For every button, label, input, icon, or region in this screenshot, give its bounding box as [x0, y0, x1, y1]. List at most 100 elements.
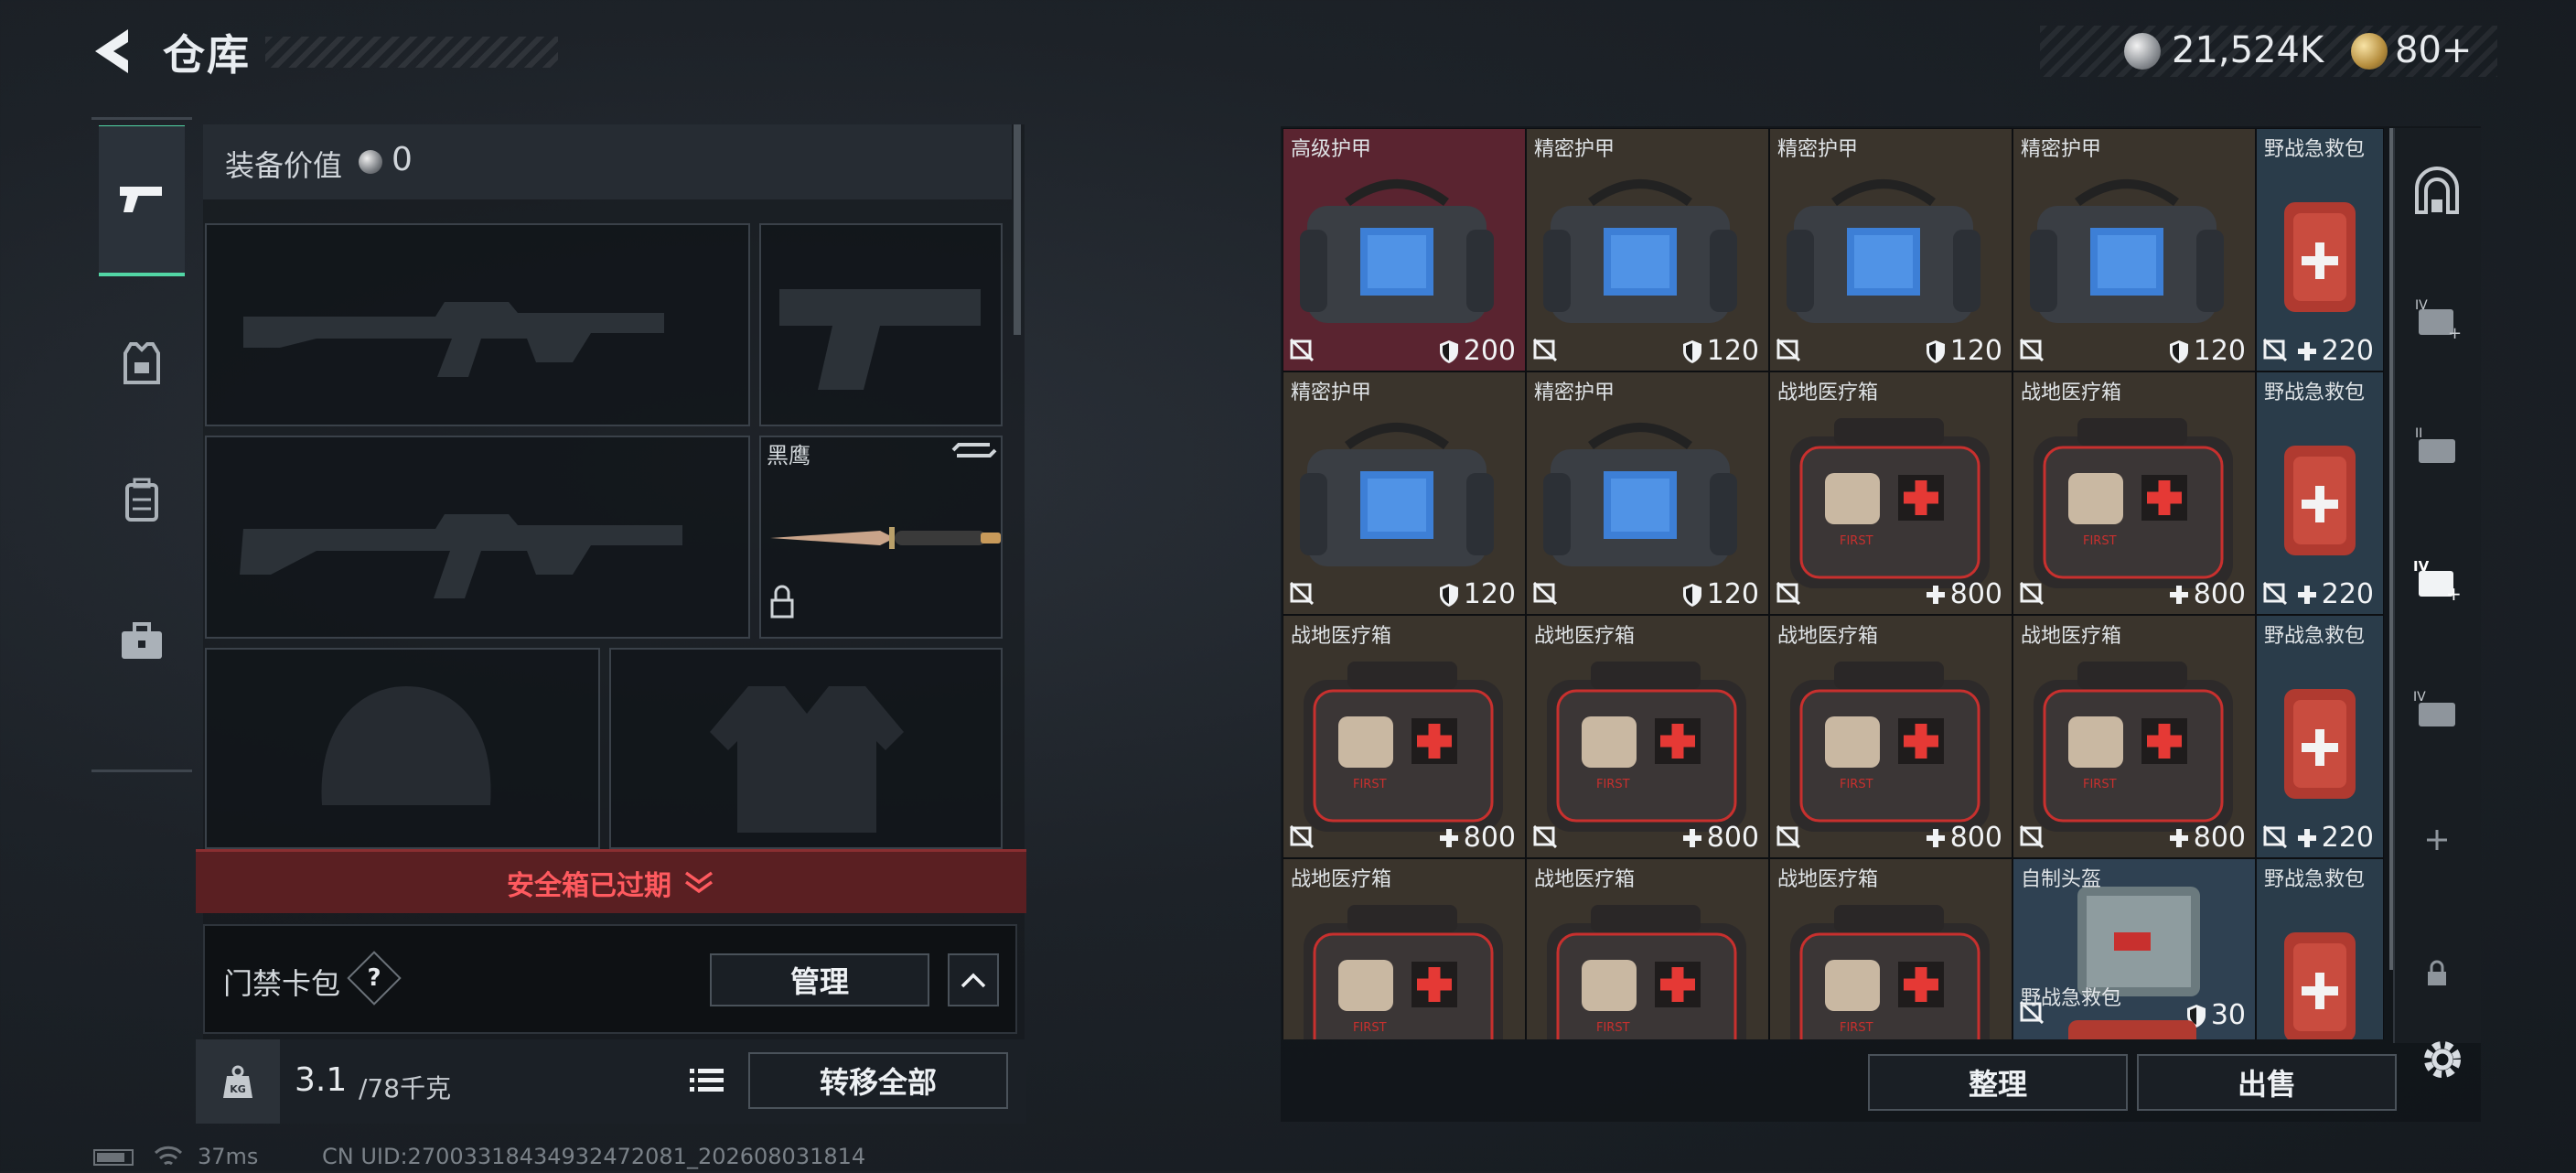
battery-icon	[93, 1149, 134, 1166]
help-mark: ?	[367, 964, 381, 992]
body-armor-slot[interactable]	[609, 648, 1003, 849]
sort-button[interactable]: 整理	[1868, 1054, 2128, 1111]
page-title: 仓库	[163, 30, 251, 80]
tab-armor[interactable]	[99, 290, 185, 436]
stash-item-value: 800	[1925, 578, 2002, 610]
transfer-all-button[interactable]: 转移全部	[748, 1052, 1008, 1109]
stash-item-name: 战地医疗箱	[1291, 625, 1392, 648]
tab-weapons[interactable]	[99, 125, 185, 276]
heal-plus-icon	[1926, 828, 1945, 847]
svg-text:FIRST: FIRST	[1596, 778, 1630, 791]
stash-item[interactable]: 精密护甲 120	[1769, 128, 2012, 371]
stash-item-value-number: 800	[2193, 822, 2246, 854]
stash-item-value-number: 220	[2321, 578, 2374, 610]
stash-item[interactable]: 精密护甲 120	[1283, 371, 1526, 615]
stash-item-value-number: 120	[2193, 335, 2246, 367]
stash-item-value: 120	[1438, 578, 1516, 610]
pistol-silhouette-icon	[779, 289, 981, 390]
stash-item[interactable]: FIRST 战地医疗箱	[1283, 858, 1526, 1039]
lock-icon[interactable]	[2410, 946, 2464, 1001]
stash-item-value: 800	[1681, 822, 1759, 854]
settings-gear-icon[interactable]	[2415, 1032, 2470, 1087]
no-insurance-icon	[1289, 579, 1315, 608]
weight-current: 3.1	[295, 1061, 348, 1099]
helmet-slot[interactable]	[205, 648, 600, 849]
stash-item-name: 战地医疗箱	[1534, 868, 1636, 891]
stash-grid: 高级护甲 200 精密护甲 120 精密护甲 120 精密护甲 120 野战急救包 220 精密护甲…	[1283, 128, 2391, 1039]
svg-text:IV: IV	[2413, 558, 2430, 575]
equipment-scrollbar[interactable]	[1014, 124, 1021, 335]
svg-text:FIRST: FIRST	[1596, 1021, 1630, 1035]
stash-item[interactable]: 野战急救包 220	[2256, 615, 2384, 858]
stash-item[interactable]: FIRST 战地医疗箱 800	[1526, 615, 1769, 858]
stash-item-value: 120	[1681, 578, 1759, 610]
stash-item[interactable]: 精密护甲 120	[2012, 128, 2256, 371]
svg-text:FIRST: FIRST	[1840, 1021, 1873, 1035]
stash-item[interactable]: FIRST 战地医疗箱 800	[1283, 615, 1526, 858]
stash-item[interactable]: 野战急救包 220	[2256, 371, 2384, 615]
equipment-value: 0	[392, 141, 413, 178]
stash-item[interactable]: 精密护甲 120	[1526, 128, 1769, 371]
stash-item[interactable]: 自制头盔 30 野战急救包	[2012, 858, 2256, 1039]
stash-item[interactable]: FIRST 战地医疗箱	[1526, 858, 1769, 1039]
stash-item-value-number: 800	[1463, 822, 1516, 854]
tab-backpack[interactable]	[99, 427, 185, 574]
filter-level4-med-icon[interactable]: IV +	[2410, 553, 2464, 608]
filter-all-icon[interactable]	[2410, 165, 2464, 220]
filter-level4-tool-icon[interactable]: IV	[2410, 683, 2464, 737]
chevron-up-icon	[961, 973, 986, 988]
armor-shield-icon	[1926, 339, 1945, 363]
stash-item-value: 800	[1925, 822, 2002, 854]
stash-item-name: 野战急救包	[2264, 138, 2366, 161]
collapse-button[interactable]	[948, 953, 999, 1006]
tab-case[interactable]	[99, 568, 185, 715]
stash-item-name: 战地医疗箱	[1777, 868, 1879, 891]
heal-plus-icon	[2297, 828, 2316, 847]
double-chevron-down-icon	[684, 871, 714, 893]
money-amount: 21,524K	[2172, 29, 2324, 71]
list-view-button[interactable]	[682, 1056, 730, 1103]
stash-item-value: 120	[2168, 335, 2246, 367]
stash-item[interactable]: FIRST 战地医疗箱 800	[1769, 371, 2012, 615]
primary-weapon-slot[interactable]	[205, 223, 750, 426]
no-insurance-icon	[2019, 823, 2045, 852]
no-insurance-icon	[1532, 823, 1558, 852]
category-sidebar	[91, 117, 192, 772]
no-insurance-icon	[2019, 579, 2045, 608]
no-insurance-icon	[1289, 336, 1315, 365]
secondary-weapon-slot[interactable]	[205, 436, 750, 639]
stash-item[interactable]: 野战急救包 220	[2256, 128, 2384, 371]
stash-item[interactable]: FIRST 战地医疗箱 800	[2012, 371, 2256, 615]
weight-icon: KG	[196, 1039, 280, 1124]
stash-item[interactable]: 高级护甲 200	[1283, 128, 1526, 371]
no-insurance-icon	[1532, 336, 1558, 365]
stash-item-name: 战地医疗箱	[1777, 625, 1879, 648]
stash-item[interactable]: FIRST 战地医疗箱 800	[1769, 615, 2012, 858]
stash-item[interactable]: FIRST 战地医疗箱 800	[2012, 615, 2256, 858]
stash-item[interactable]: 野战急救包	[2256, 858, 2384, 1039]
no-insurance-icon	[1289, 823, 1315, 852]
equipment-value-label: 装备价值	[225, 148, 343, 183]
stash-item-value-number: 120	[1949, 335, 2002, 367]
svg-text:FIRST: FIRST	[2083, 534, 2117, 548]
filter-level2-icon[interactable]: II	[2410, 419, 2464, 474]
heal-plus-icon	[1439, 828, 1458, 847]
armor-shield-icon	[1439, 583, 1458, 607]
back-button[interactable]	[88, 24, 139, 79]
stash-item[interactable]: FIRST 战地医疗箱	[1769, 858, 2012, 1039]
filter-add-icon[interactable]	[2410, 812, 2464, 867]
stash-item-value: 800	[1438, 822, 1516, 854]
svg-text:IV: IV	[2413, 690, 2426, 705]
sidearm-slot[interactable]	[759, 223, 1003, 426]
filter-level4-armor-icon[interactable]: IV +	[2410, 291, 2464, 346]
sell-button[interactable]: 出售	[2137, 1054, 2397, 1111]
stash-item[interactable]: 精密护甲 120	[1526, 371, 1769, 615]
gold-amount[interactable]: 80+	[2395, 29, 2472, 71]
manage-button[interactable]: 管理	[710, 953, 929, 1006]
stash-item-name: 野战急救包	[2264, 382, 2366, 404]
safe-box-expired-banner[interactable]: 安全箱已过期	[196, 849, 1026, 913]
armor-shield-icon	[1682, 339, 1701, 363]
stash-item-value-number: 200	[1463, 335, 1516, 367]
stash-item-name: 高级护甲	[1291, 138, 1372, 161]
no-insurance-icon	[1776, 579, 1801, 608]
